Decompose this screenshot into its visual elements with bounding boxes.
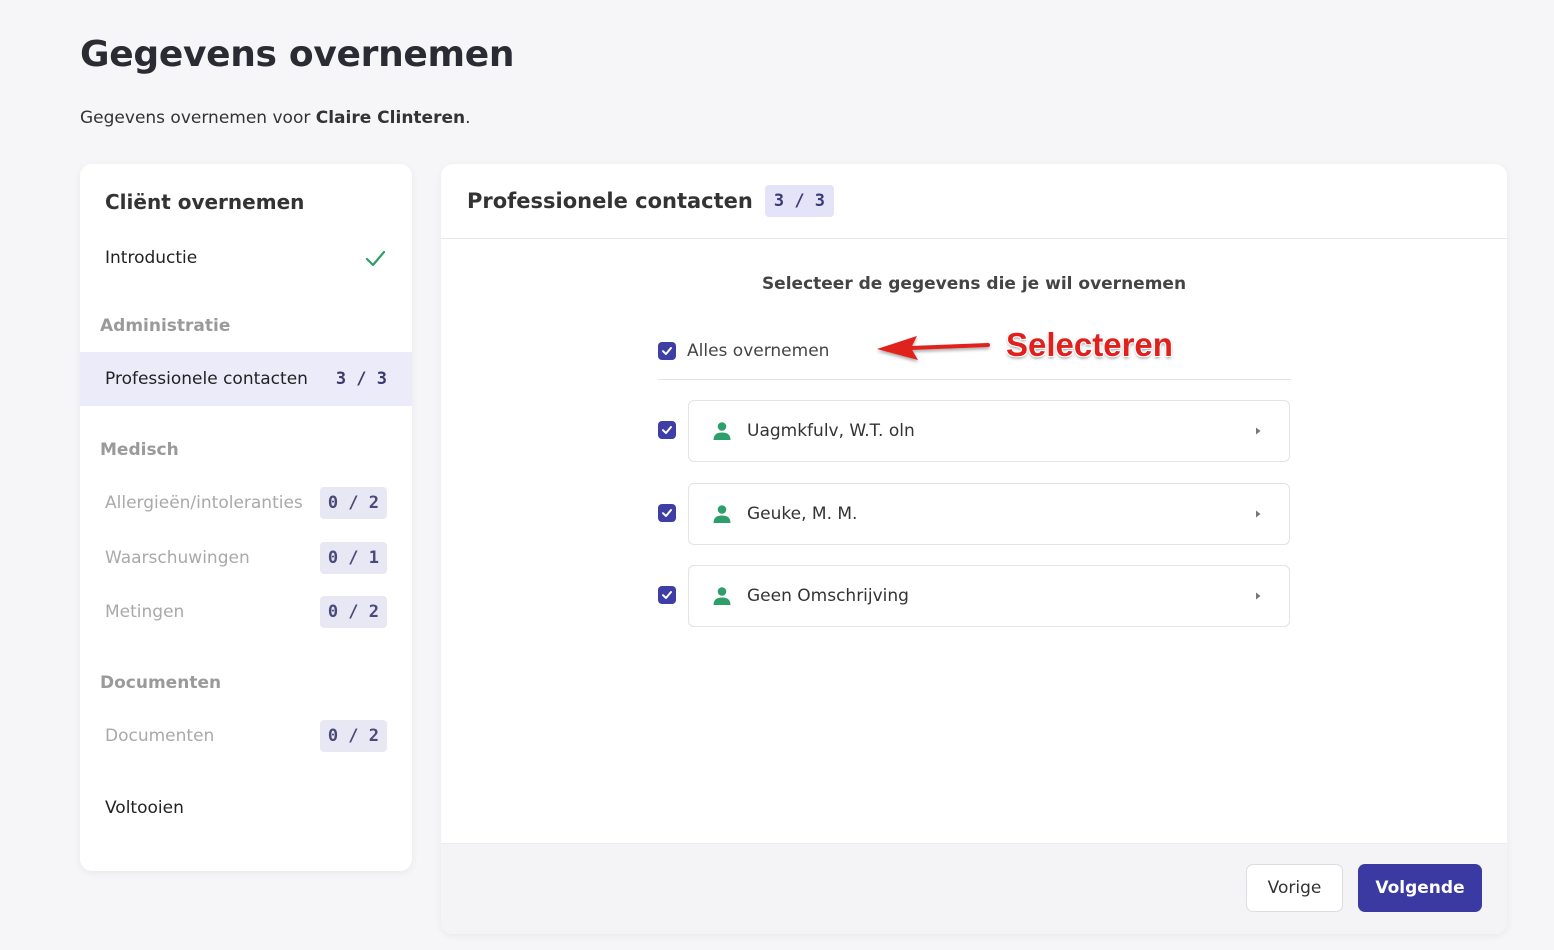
contact-name: Uagmkfulv, W.T. oln	[747, 421, 915, 441]
panel-header: Professionele contacten 3 / 3	[441, 164, 1507, 239]
select-all-checkbox[interactable]	[658, 342, 676, 360]
sidebar-item-label: Introductie	[105, 248, 198, 268]
sidebar-item-count: 3 / 3	[335, 369, 387, 389]
previous-button[interactable]: Vorige	[1246, 864, 1343, 912]
contact-row: Uagmkfulv, W.T. oln	[658, 400, 1291, 462]
next-button[interactable]: Volgende	[1358, 864, 1482, 912]
person-icon	[713, 505, 731, 523]
page-title: Gegevens overnemen	[80, 34, 515, 75]
wizard-sidebar: Cliënt overnemen Introductie Administrat…	[80, 164, 412, 871]
person-icon	[713, 422, 731, 440]
annotation-label: Selecteren	[1006, 326, 1173, 363]
panel-title: Professionele contacten	[467, 189, 753, 213]
select-all-label: Alles overnemen	[687, 341, 830, 361]
checkmark-icon	[662, 509, 672, 517]
contact-row: Geen Omschrijving	[658, 565, 1291, 627]
sidebar-item-label: Metingen	[105, 602, 185, 622]
page-subtitle: Gegevens overnemen voor Claire Clinteren…	[80, 108, 471, 128]
sidebar-item-label: Voltooien	[105, 798, 184, 818]
contact-card[interactable]: Uagmkfulv, W.T. oln	[688, 400, 1290, 462]
sidebar-item-metingen[interactable]: Metingen 0 / 2	[80, 585, 412, 639]
sidebar-section-medisch: Medisch	[100, 440, 179, 460]
subtitle-suffix: .	[465, 108, 471, 128]
sidebar-item-label: Professionele contacten	[105, 369, 308, 389]
sidebar-item-count: 0 / 2	[319, 487, 387, 519]
contact-card[interactable]: Geuke, M. M.	[688, 483, 1290, 545]
chevron-right-icon	[1256, 510, 1261, 518]
subtitle-prefix: Gegevens overnemen voor	[80, 108, 311, 128]
sidebar-heading: Cliënt overnemen	[105, 190, 305, 214]
contact-checkbox[interactable]	[658, 504, 676, 522]
sidebar-item-waarschuwingen[interactable]: Waarschuwingen 0 / 1	[80, 531, 412, 585]
sidebar-item-count: 0 / 1	[319, 542, 387, 574]
checkmark-icon	[662, 426, 672, 434]
contact-name: Geen Omschrijving	[747, 586, 909, 606]
sidebar-item-documenten[interactable]: Documenten 0 / 2	[80, 709, 412, 763]
check-icon	[365, 250, 386, 267]
contact-card[interactable]: Geen Omschrijving	[688, 565, 1290, 627]
contact-checkbox[interactable]	[658, 421, 676, 439]
main-panel: Professionele contacten 3 / 3 Selecteer …	[441, 164, 1507, 934]
sidebar-item-count: 0 / 2	[319, 596, 387, 628]
contact-row: Geuke, M. M.	[658, 483, 1291, 545]
person-icon	[713, 587, 731, 605]
contact-checkbox[interactable]	[658, 586, 676, 604]
checkmark-icon	[662, 347, 672, 355]
sidebar-item-introductie[interactable]: Introductie	[80, 231, 412, 285]
contact-name: Geuke, M. M.	[747, 504, 858, 524]
sidebar-item-count: 0 / 2	[319, 720, 387, 752]
panel-count-badge: 3 / 3	[764, 185, 835, 217]
checkmark-icon	[662, 591, 672, 599]
chevron-right-icon	[1256, 427, 1261, 435]
sidebar-section-administratie: Administratie	[100, 316, 231, 336]
sidebar-item-label: Waarschuwingen	[105, 548, 250, 568]
client-name: Claire Clinteren	[315, 108, 466, 128]
panel-footer: Vorige Volgende	[441, 843, 1507, 934]
sidebar-item-voltooien[interactable]: Voltooien	[80, 781, 412, 835]
sidebar-item-label: Documenten	[105, 726, 215, 746]
sidebar-item-label: Allergieën/intoleranties	[105, 493, 303, 513]
sidebar-item-professionele-contacten[interactable]: Professionele contacten 3 / 3	[80, 352, 412, 406]
chevron-right-icon	[1256, 592, 1261, 600]
instruction-text: Selecteer de gegevens die je wil overnem…	[761, 274, 1187, 294]
sidebar-item-allergieen[interactable]: Allergieën/intoleranties 0 / 2	[80, 476, 412, 530]
sidebar-section-documenten: Documenten	[100, 673, 222, 693]
